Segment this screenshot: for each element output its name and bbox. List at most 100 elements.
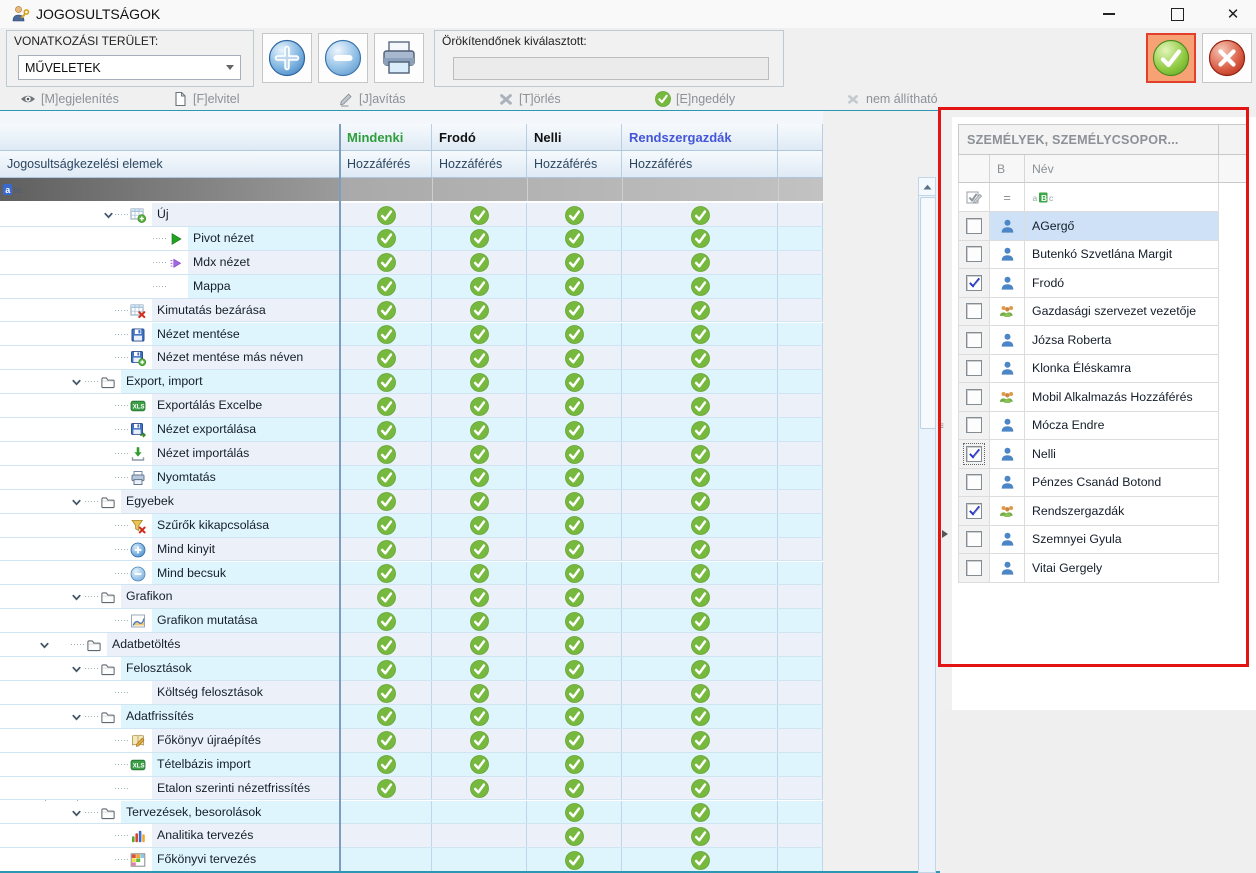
permission-check-icon[interactable]: [691, 707, 710, 726]
permission-check-icon[interactable]: [565, 564, 584, 583]
access-column-header[interactable]: Hozzáférés: [432, 151, 527, 178]
tree-label[interactable]: Mdx nézet: [193, 251, 250, 274]
permission-check-icon[interactable]: [691, 803, 710, 822]
tree-row[interactable]: Nézet importálás: [0, 442, 823, 466]
permission-check-icon[interactable]: [470, 588, 489, 607]
grid-cell[interactable]: [432, 848, 527, 871]
permission-check-icon[interactable]: [377, 253, 396, 272]
tree-row[interactable]: Mdx nézet: [0, 251, 823, 275]
person-name[interactable]: Nelli: [1025, 440, 1219, 469]
permission-check-icon[interactable]: [691, 301, 710, 320]
permission-check-icon[interactable]: [565, 588, 584, 607]
tree-label[interactable]: Szűrők kikapcsolása: [157, 514, 269, 537]
grid-cell[interactable]: [778, 657, 823, 680]
permission-check-icon[interactable]: [470, 731, 489, 750]
print-button[interactable]: [374, 33, 424, 83]
grid-cell[interactable]: [778, 490, 823, 513]
permission-check-icon[interactable]: [565, 612, 584, 631]
tree-row[interactable]: Költség felosztások: [0, 681, 823, 705]
grid-cell[interactable]: [778, 442, 823, 465]
permission-check-icon[interactable]: [691, 827, 710, 846]
tree-label[interactable]: Tervezések, besorolások: [126, 801, 261, 824]
permission-check-icon[interactable]: [377, 421, 396, 440]
maximize-button[interactable]: [1164, 2, 1190, 26]
grid-cell[interactable]: [778, 729, 823, 752]
tree-row[interactable]: Nézet mentése más néven: [0, 346, 823, 370]
person-checkbox-cell[interactable]: [958, 469, 990, 498]
permission-check-icon[interactable]: [377, 468, 396, 487]
grid-cell[interactable]: [778, 538, 823, 561]
tree-row[interactable]: Export, import: [0, 370, 823, 394]
close-button[interactable]: ✕: [1220, 2, 1246, 26]
tree-label[interactable]: Export, import: [126, 370, 203, 393]
ok-button[interactable]: [1146, 33, 1196, 83]
person-checkbox-cell[interactable]: [958, 298, 990, 327]
permission-check-icon[interactable]: [377, 540, 396, 559]
person-row[interactable]: Szemnyei Gyula: [952, 526, 1247, 555]
permission-check-icon[interactable]: [377, 325, 396, 344]
minimize-button[interactable]: [1096, 2, 1122, 26]
person-name[interactable]: AGergő: [1025, 212, 1219, 241]
person-checkbox-cell[interactable]: [958, 355, 990, 384]
person-checkbox-cell[interactable]: [958, 554, 990, 583]
grid-cell[interactable]: [778, 346, 823, 369]
permission-check-icon[interactable]: [377, 373, 396, 392]
panel-check-column-header[interactable]: [958, 155, 990, 183]
remove-button[interactable]: [318, 33, 368, 83]
tree-column-header[interactable]: Jogosultságkezelési elemek: [0, 151, 340, 178]
person-checkbox-cell[interactable]: [958, 526, 990, 555]
expand-arrow-icon[interactable]: [71, 592, 82, 603]
person-row[interactable]: Nelli: [952, 440, 1247, 469]
person-checkbox[interactable]: [966, 531, 982, 547]
permission-check-icon[interactable]: [691, 588, 710, 607]
grid-cell[interactable]: [778, 801, 823, 824]
grid-cell[interactable]: [778, 299, 823, 322]
permission-check-icon[interactable]: [691, 325, 710, 344]
access-column-header[interactable]: Hozzáférés: [622, 151, 778, 178]
tree-row[interactable]: Mind kinyit: [0, 538, 823, 562]
person-row[interactable]: Butenkó Szvetlána Margit: [952, 241, 1247, 270]
inherit-field[interactable]: [453, 57, 769, 80]
expand-arrow-icon[interactable]: [103, 210, 114, 221]
person-row[interactable]: Józsa Roberta: [952, 326, 1247, 355]
permission-check-icon[interactable]: [565, 755, 584, 774]
access-column-header[interactable]: Hozzáférés: [527, 151, 622, 178]
person-checkbox[interactable]: [966, 474, 982, 490]
person-row[interactable]: Klonka Éléskamra: [952, 355, 1247, 384]
permission-check-icon[interactable]: [470, 612, 489, 631]
tree-label[interactable]: Etalon szerinti nézetfrissítés: [157, 777, 310, 800]
permission-check-icon[interactable]: [470, 445, 489, 464]
scrollbar-thumb[interactable]: [920, 197, 936, 429]
permission-check-icon[interactable]: [377, 684, 396, 703]
permission-check-icon[interactable]: [377, 445, 396, 464]
permission-check-icon[interactable]: [470, 468, 489, 487]
permission-check-icon[interactable]: [470, 373, 489, 392]
grid-cell[interactable]: [778, 681, 823, 704]
permission-check-icon[interactable]: [377, 277, 396, 296]
permission-check-icon[interactable]: [691, 731, 710, 750]
grid-cell[interactable]: [340, 801, 432, 824]
tree-label[interactable]: Pivot nézet: [193, 227, 254, 250]
person-checkbox[interactable]: [966, 503, 982, 519]
permission-check-icon[interactable]: [565, 540, 584, 559]
tree-label[interactable]: Adatbetöltés: [112, 633, 180, 656]
tree-label[interactable]: Adatfrissítés: [126, 705, 194, 728]
grid-cell[interactable]: [778, 514, 823, 537]
permission-check-icon[interactable]: [565, 373, 584, 392]
permission-check-icon[interactable]: [565, 325, 584, 344]
person-row[interactable]: Mobil Alkalmazás Hozzáférés: [952, 383, 1247, 412]
panel-filter-check-cell[interactable]: [958, 183, 990, 212]
grid-cell[interactable]: [778, 562, 823, 585]
tree-label[interactable]: Exportálás Excelbe: [157, 394, 262, 417]
permission-check-icon[interactable]: [691, 779, 710, 798]
tree-row[interactable]: XLSExportálás Excelbe: [0, 394, 823, 418]
permission-check-icon[interactable]: [470, 325, 489, 344]
person-name[interactable]: Vitai Gergely: [1025, 554, 1219, 583]
grid-cell[interactable]: [340, 848, 432, 871]
permission-check-icon[interactable]: [470, 206, 489, 225]
expand-arrow-icon[interactable]: [39, 640, 50, 651]
tree-row[interactable]: Nyomtatás: [0, 466, 823, 490]
tree-row[interactable]: Adatfrissítés: [0, 705, 823, 729]
tree-row[interactable]: Grafikon: [0, 585, 823, 609]
grid-cell[interactable]: [778, 633, 823, 656]
